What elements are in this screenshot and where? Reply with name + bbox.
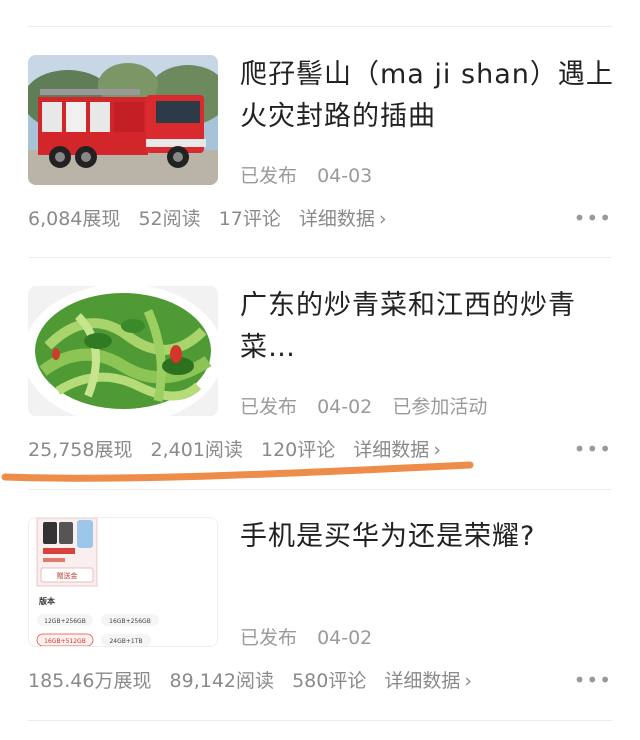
detail-data-label: 详细数据 xyxy=(384,670,461,692)
activity-label: 已参加活动 xyxy=(392,396,488,418)
impressions-count: 185.46万展现 xyxy=(28,670,152,692)
publish-date: 04-02 xyxy=(317,627,373,649)
article-title[interactable]: 广东的炒青菜和江西的炒青菜… xyxy=(240,285,620,369)
impressions-count: 25,758展现 xyxy=(28,439,133,461)
more-options-icon[interactable]: ••• xyxy=(574,437,612,461)
divider xyxy=(28,257,612,258)
status-label: 已发布 xyxy=(240,165,298,187)
divider xyxy=(28,720,612,721)
divider xyxy=(28,489,612,490)
more-options-icon[interactable]: ••• xyxy=(574,668,612,692)
version-label: 版本 xyxy=(38,596,55,606)
version-option: 24GB+1TB xyxy=(109,638,142,645)
divider xyxy=(28,26,612,27)
article-meta: 已发布 04-02 xyxy=(240,623,386,650)
version-option: 16GB+512GB xyxy=(44,638,86,645)
version-option: 12GB+256GB xyxy=(44,618,86,625)
chevron-right-icon: › xyxy=(378,208,387,230)
article-stats: 6,084展现 52阅读 17评论 详细数据 › xyxy=(28,204,411,231)
status-label: 已发布 xyxy=(240,396,298,418)
impressions-count: 6,084展现 xyxy=(28,208,121,230)
detail-data-label: 详细数据 xyxy=(353,439,430,461)
article-thumbnail[interactable] xyxy=(28,55,218,185)
chevron-right-icon: › xyxy=(464,670,472,692)
reads-count: 89,142阅读 xyxy=(169,670,275,692)
article-title[interactable]: 爬孖髻山（ma ji shan）遇上火灾封路的插曲 xyxy=(240,54,620,138)
detail-data-link[interactable]: 详细数据 › xyxy=(299,208,399,230)
chevron-right-icon: › xyxy=(433,439,441,461)
reads-count: 52阅读 xyxy=(138,208,201,230)
article-stats: 185.46万展现 89,142阅读 580评论 详细数据 › xyxy=(28,666,496,693)
publish-date: 04-03 xyxy=(317,165,373,187)
detail-data-link[interactable]: 详细数据 › xyxy=(353,439,453,461)
article-meta: 已发布 04-03 xyxy=(240,161,386,188)
comments-count: 120评论 xyxy=(260,439,336,461)
publish-date: 04-02 xyxy=(317,396,373,418)
comments-count: 580评论 xyxy=(292,670,367,692)
fire-truck-image xyxy=(28,55,218,185)
article-thumbnail[interactable] xyxy=(28,286,218,416)
article-list: 爬孖髻山（ma ji shan）遇上火灾封路的插曲 已发布 04-03 6,08… xyxy=(0,0,640,740)
phone-product-screenshot: 赠送金 版本 12GB+256GB 16GB+256GB 16GB+512GB … xyxy=(29,518,217,646)
detail-data-label: 详细数据 xyxy=(298,208,375,230)
more-options-icon[interactable]: ••• xyxy=(574,206,612,230)
comments-count: 17评论 xyxy=(218,208,281,230)
promo-text: 赠送金 xyxy=(57,571,78,580)
article-stats: 25,758展现 2,401阅读 120评论 详细数据 › xyxy=(28,435,465,462)
stir-fried-greens-image xyxy=(28,286,218,416)
reads-count: 2,401阅读 xyxy=(150,439,243,461)
article-meta: 已发布 04-02 已参加活动 xyxy=(240,392,501,419)
detail-data-link[interactable]: 详细数据 › xyxy=(384,670,484,692)
article-title[interactable]: 手机是买华为还是荣耀? xyxy=(240,516,620,558)
version-option: 16GB+256GB xyxy=(109,618,151,625)
status-label: 已发布 xyxy=(240,627,298,649)
article-thumbnail[interactable]: 赠送金 版本 12GB+256GB 16GB+256GB 16GB+512GB … xyxy=(28,517,218,647)
